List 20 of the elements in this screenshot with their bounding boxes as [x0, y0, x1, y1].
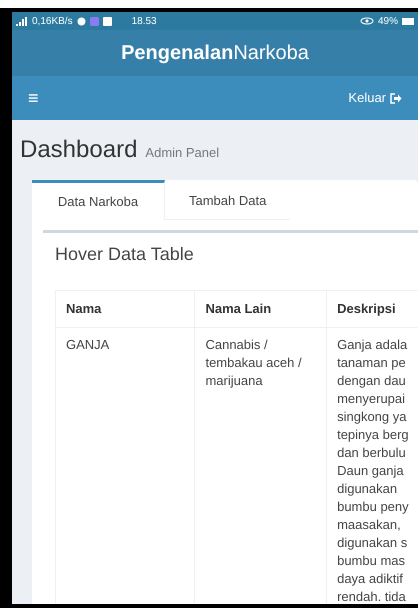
- menu-button[interactable]: ≡: [28, 89, 39, 107]
- column-header: Nama: [56, 290, 195, 327]
- clock-time: 18.53: [132, 14, 157, 28]
- app-icon: [90, 16, 99, 26]
- eye-icon: [360, 17, 374, 25]
- table-cell: GANJA: [56, 327, 195, 604]
- page-title: Dashboard: [20, 135, 138, 165]
- box-title: Hover Data Table: [55, 244, 194, 264]
- logout-button[interactable]: Keluar: [348, 88, 402, 108]
- app-title: PengenalanNarkoba: [121, 41, 309, 66]
- column-header: Deskripsi: [326, 290, 418, 327]
- page-subtitle: Admin Panel: [145, 144, 220, 162]
- battery-icon: [402, 18, 414, 24]
- network-speed: 0,16KB/s: [32, 14, 73, 28]
- tab[interactable]: Data Narkoba: [32, 180, 165, 220]
- battery-percent: 49%: [378, 14, 398, 28]
- signal-icon: [16, 16, 28, 26]
- logout-icon: [390, 92, 402, 104]
- column-header: Nama Lain: [194, 290, 327, 327]
- tab[interactable]: Tambah Data: [165, 180, 290, 220]
